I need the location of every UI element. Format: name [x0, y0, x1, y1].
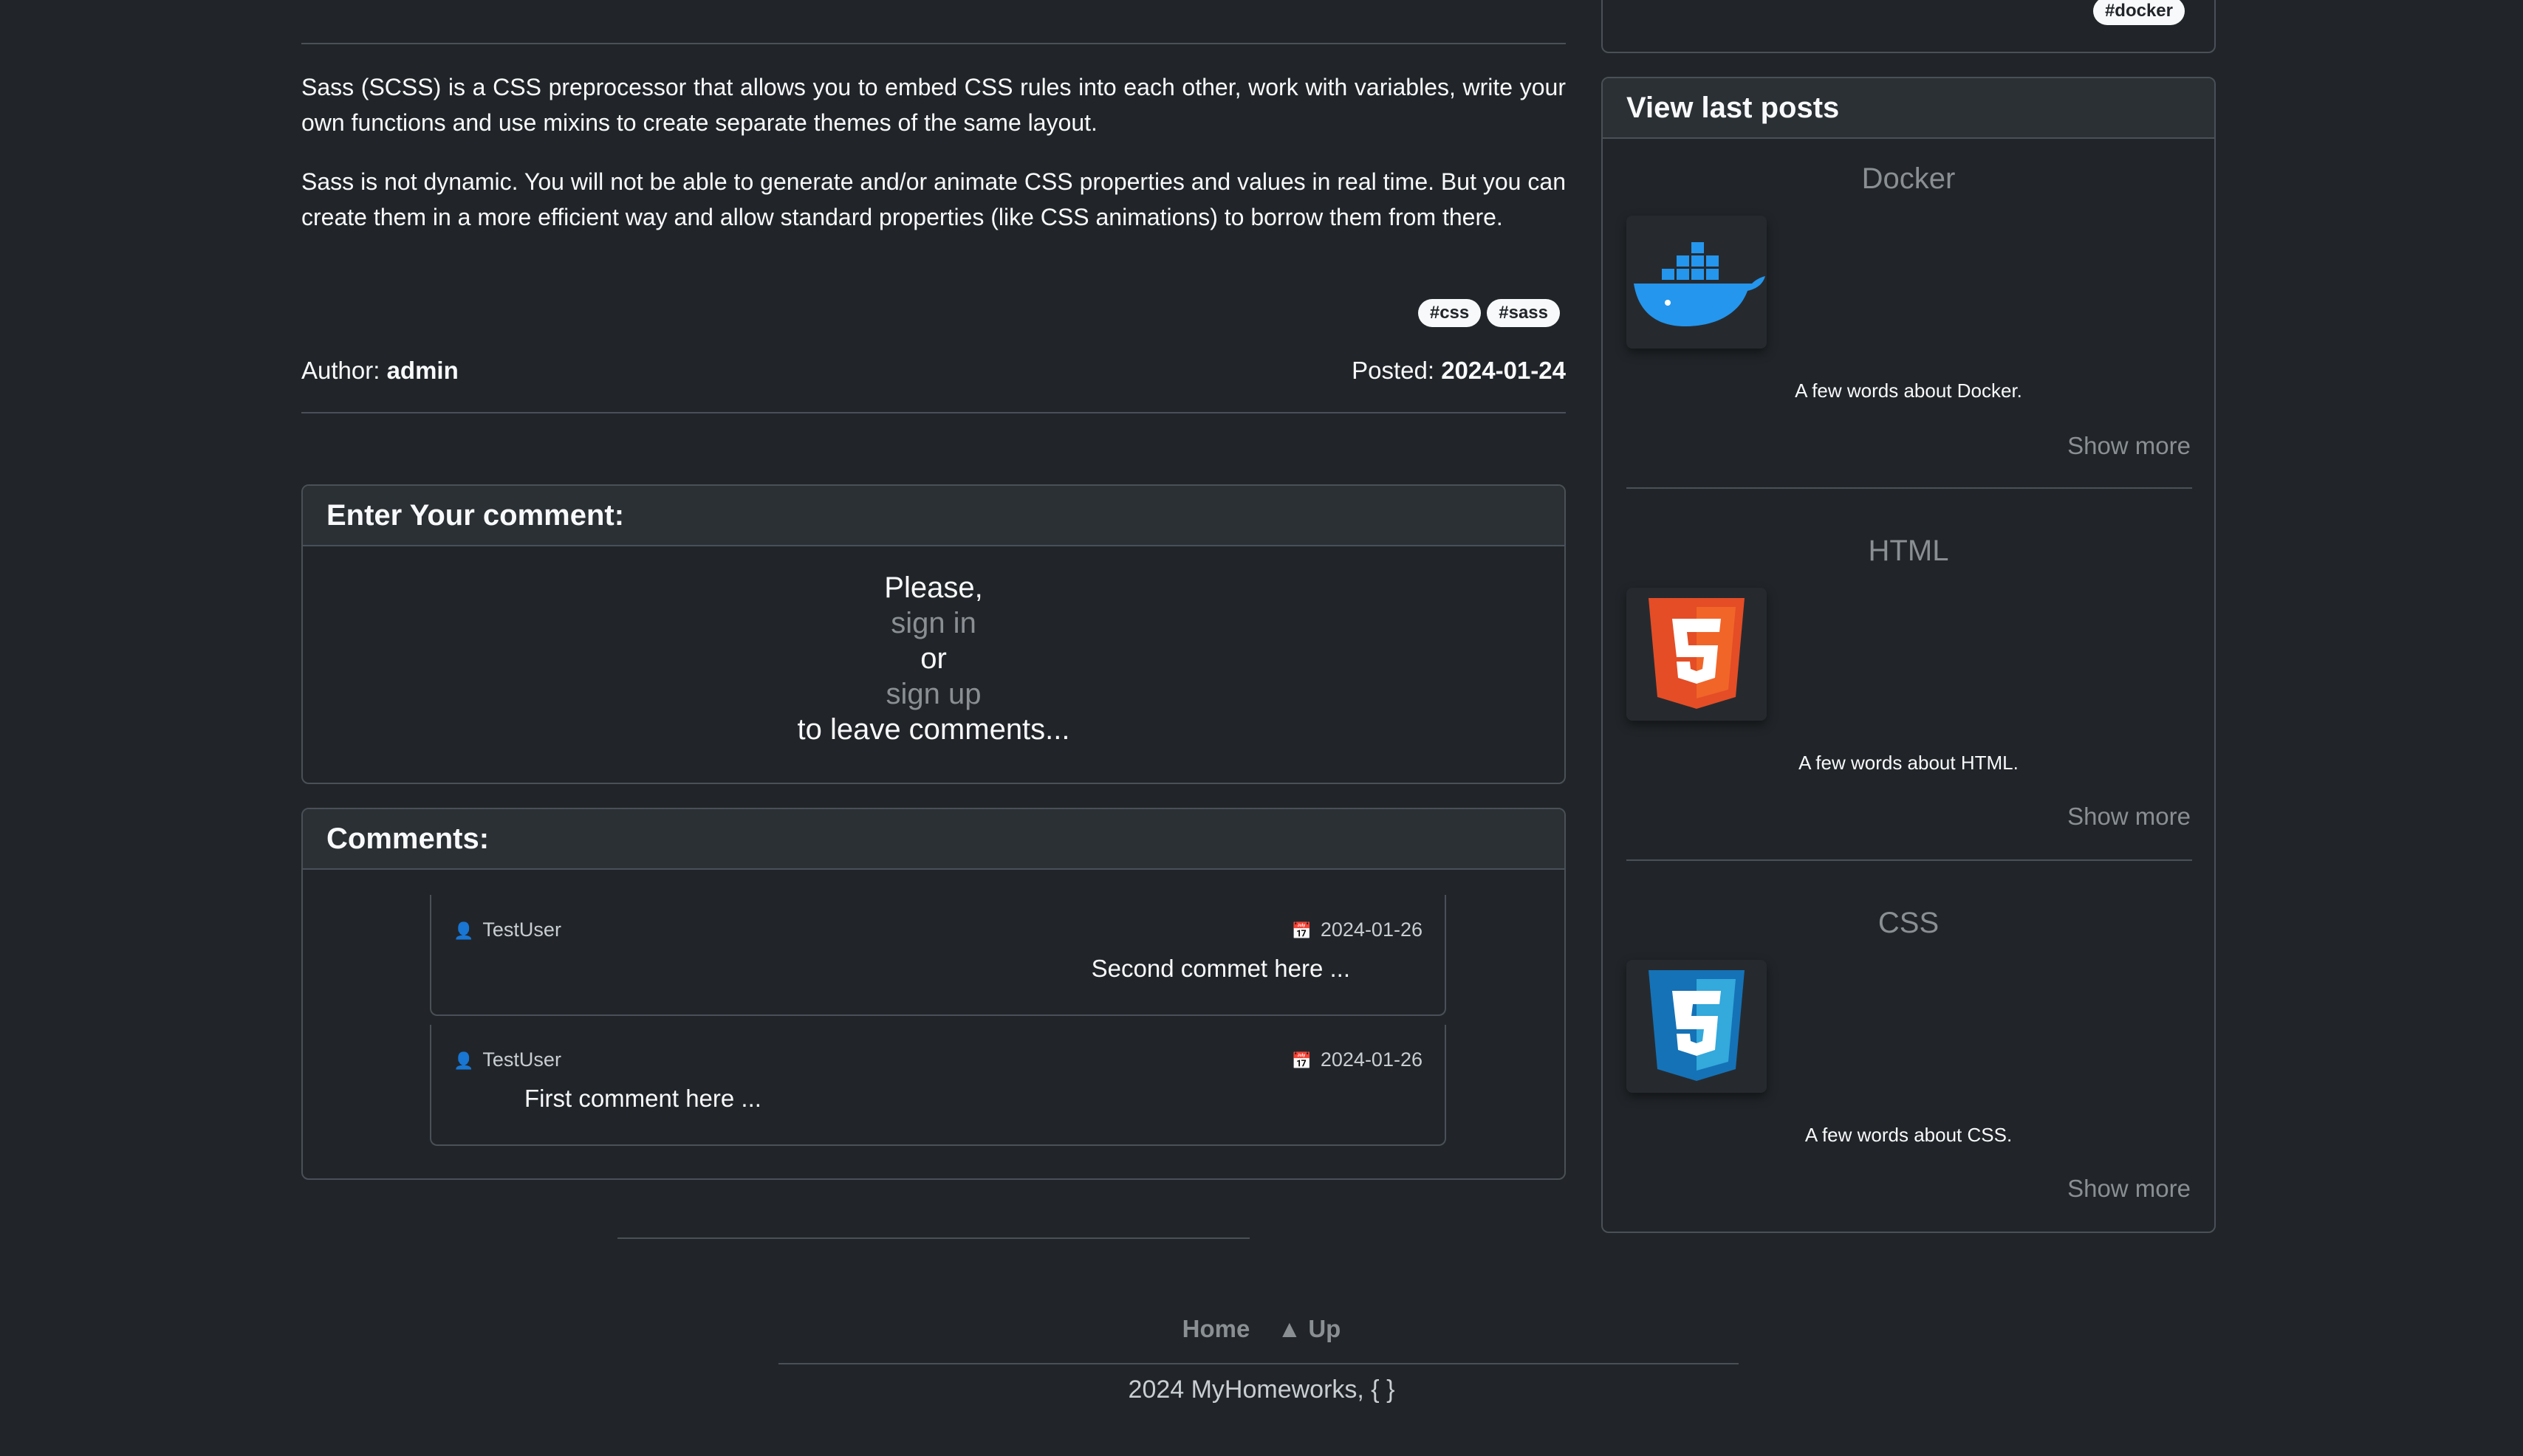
post-separator [1626, 487, 2192, 489]
docker-logo-icon [1626, 216, 1767, 348]
comment-form-card: Enter Your comment: Please, sign in or s… [301, 484, 1566, 784]
sign-in-link[interactable]: sign in [891, 607, 976, 639]
comment-date-value: 2024-01-26 [1320, 918, 1423, 941]
comment-text: Second commet here ... [1091, 955, 1350, 982]
author-name: admin [386, 357, 459, 384]
signin-prompt-or: or [920, 642, 947, 675]
calendar-icon: 📅 [1291, 921, 1312, 940]
article-tags: #css #sass [1412, 299, 1560, 327]
home-link[interactable]: Home [1182, 1315, 1250, 1342]
article-paragraph-1: Sass (SCSS) is a CSS preprocessor that a… [301, 74, 1566, 136]
signin-link-wrapper: sign in [303, 605, 1564, 641]
comment-item: 👤 TestUser 📅 2024-01-26 First comment here… [430, 1025, 1446, 1146]
css3-logo-icon [1626, 960, 1767, 1093]
post-separator [1626, 859, 2192, 861]
signin-prompt-line5: to leave comments... [797, 713, 1070, 746]
post-title-docker[interactable]: Docker [1603, 161, 2214, 196]
comment-text: First comment here ... [524, 1085, 761, 1112]
user-icon: 👤 [453, 1051, 474, 1070]
author-label: Author: [301, 357, 380, 384]
signin-prompt-line1: Please, [884, 571, 983, 604]
footer-copyright: 2024 MyHomeworks, { } [1128, 1376, 1395, 1404]
show-more-css-link[interactable]: Show more [2067, 1174, 2191, 1203]
comment-username: TestUser [482, 918, 561, 941]
up-link[interactable]: ▲ Up [1278, 1315, 1341, 1342]
html5-logo-icon [1626, 588, 1767, 721]
article-paragraph-2: Sass is not dynamic. You will not be abl… [301, 168, 1566, 230]
comment-item: 👤 TestUser 📅 2024-01-26 Second commet here… [430, 895, 1446, 1016]
posted-label: Posted: [1352, 357, 1435, 384]
user-icon: 👤 [453, 921, 474, 940]
comment-form-header: Enter Your comment: [303, 486, 1564, 546]
footer-divider [778, 1363, 1739, 1364]
posted-date: 2024-01-24 [1441, 357, 1566, 384]
tag-docker[interactable]: #docker [2092, 0, 2185, 25]
post-desc-html: A few words about HTML. [1798, 752, 2019, 774]
calendar-icon: 📅 [1291, 1051, 1312, 1070]
comment-user: 👤 TestUser [453, 917, 561, 944]
comment-date: 📅 2024-01-26 [1291, 1047, 1423, 1074]
content-end-divider [617, 1237, 1250, 1239]
show-more-docker-link[interactable]: Show more [2067, 431, 2191, 461]
footer-nav: Home ▲ Up [0, 1311, 2523, 1347]
post-desc-docker: A few words about Docker. [1795, 380, 2022, 402]
sidebar-tags-card: #docker [1601, 0, 2216, 53]
last-posts-header: View last posts [1603, 78, 2214, 139]
post-title-html[interactable]: HTML [1603, 533, 2214, 569]
tag-sass[interactable]: #sass [1487, 299, 1560, 327]
article-top-divider [301, 43, 1566, 44]
sign-up-link[interactable]: sign up [886, 678, 982, 710]
article-author: Author: admin [301, 354, 459, 387]
tag-css[interactable]: #css [1417, 299, 1482, 327]
post-desc-css: A few words about CSS. [1804, 1124, 2013, 1146]
post-title-css[interactable]: CSS [1603, 905, 2214, 941]
article-bottom-divider [301, 412, 1566, 413]
show-more-html-link[interactable]: Show more [2067, 802, 2191, 831]
signup-link-wrapper: sign up [303, 676, 1564, 712]
last-posts-card: View last posts Docker A few words about… [1601, 77, 2216, 1233]
comment-date-value: 2024-01-26 [1320, 1048, 1423, 1071]
article-posted: Posted: 2024-01-24 [1352, 354, 1566, 387]
comments-header: Comments: [303, 809, 1564, 870]
comment-date: 📅 2024-01-26 [1291, 917, 1423, 944]
comments-card: Comments: 👤 TestUser 📅 2024-01-26 Second c… [301, 808, 1566, 1180]
comment-username: TestUser [482, 1048, 561, 1071]
comment-user: 👤 TestUser [453, 1047, 561, 1074]
